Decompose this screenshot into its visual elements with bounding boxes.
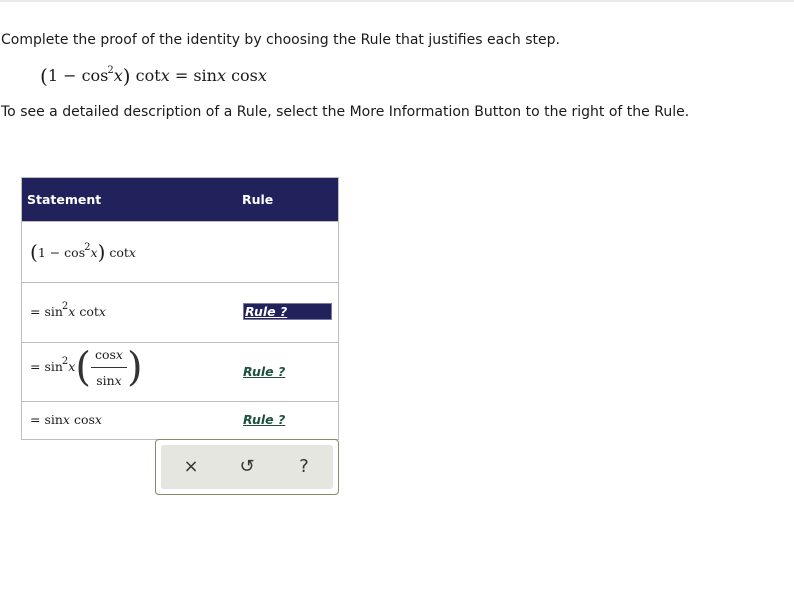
variable: x xyxy=(257,66,267,85)
identity-term: 1 − cos xyxy=(47,66,109,85)
variable: x xyxy=(115,347,123,362)
exponent: 2 xyxy=(107,64,114,76)
table-row: = sin2x cotx Rule ? xyxy=(22,282,338,342)
open-paren: ( xyxy=(40,64,48,88)
rule-selector-row-2[interactable]: Rule ? xyxy=(243,303,332,320)
statement-cell: (1 − cos2x) cotx xyxy=(30,240,136,264)
instruction-text-more-info: To see a detailed description of a Rule,… xyxy=(1,104,690,120)
clear-icon[interactable]: × xyxy=(177,453,205,481)
variable: x xyxy=(98,304,106,320)
statement-cell: = sinx cosx xyxy=(30,412,102,427)
close-paren: ) xyxy=(126,344,143,391)
open-paren: ( xyxy=(75,344,91,391)
toolbar-panel: × ↺ ? xyxy=(161,445,333,489)
statement-term: cos xyxy=(94,347,116,362)
exponent: 2 xyxy=(61,355,69,367)
fraction-denominator: sinx xyxy=(91,368,127,388)
statement-term: cot xyxy=(75,304,99,320)
variable: x xyxy=(90,245,98,260)
fraction-numerator: cosx xyxy=(90,347,127,368)
header-statement: Statement xyxy=(27,192,102,207)
statement-term: sin xyxy=(44,412,63,427)
rule-selector-row-4[interactable]: Rule ? xyxy=(243,412,285,427)
rule-selector-row-3[interactable]: Rule ? xyxy=(243,364,285,379)
exponent: 2 xyxy=(84,241,91,253)
table-row: = sin2x(cosx sinx) Rule ? xyxy=(22,342,338,401)
undo-icon[interactable]: ↺ xyxy=(233,453,261,481)
table-row: = sinx cosx Rule ? xyxy=(22,401,338,439)
statement-cell: = sin2x cotx xyxy=(30,301,106,320)
instruction-text: Complete the proof of the identity by ch… xyxy=(1,32,560,48)
top-divider xyxy=(0,0,794,2)
variable: x xyxy=(160,66,170,85)
table-row: (1 − cos2x) cotx xyxy=(22,221,338,282)
fraction: cosx sinx xyxy=(90,347,127,388)
table-header: Statement Rule xyxy=(22,178,338,221)
identity-equation: (1 − cos2x) cotx = sinx cosx xyxy=(40,64,267,88)
equals-sign: = xyxy=(30,412,45,427)
equals-sign: = xyxy=(30,359,45,374)
statement-term: cot xyxy=(105,245,129,260)
statement-cell: = sin2x(cosx sinx) xyxy=(30,347,143,388)
statement-term: 1 − cos xyxy=(37,245,86,260)
variable: x xyxy=(114,373,122,388)
statement-term: cos xyxy=(69,412,95,427)
variable: x xyxy=(113,66,123,85)
help-icon[interactable]: ? xyxy=(290,453,318,481)
variable: x xyxy=(128,245,136,260)
proof-table: Statement Rule (1 − cos2x) cotx = sin2x … xyxy=(21,177,339,440)
variable: x xyxy=(62,412,70,427)
statement-term: sin xyxy=(44,304,63,320)
statement-term: sin xyxy=(96,373,115,388)
answer-toolbar: × ↺ ? xyxy=(155,439,339,495)
exponent: 2 xyxy=(61,301,69,312)
identity-term: = sin xyxy=(169,66,217,85)
variable: x xyxy=(216,66,226,85)
equals-sign: = xyxy=(30,304,45,320)
identity-term: cos xyxy=(225,66,258,85)
variable: x xyxy=(94,412,102,427)
header-rule: Rule xyxy=(242,192,274,207)
statement-term: sin xyxy=(44,359,63,374)
open-paren: ( xyxy=(30,240,38,264)
identity-term: cot xyxy=(130,66,161,85)
close-paren: ) xyxy=(122,64,131,88)
